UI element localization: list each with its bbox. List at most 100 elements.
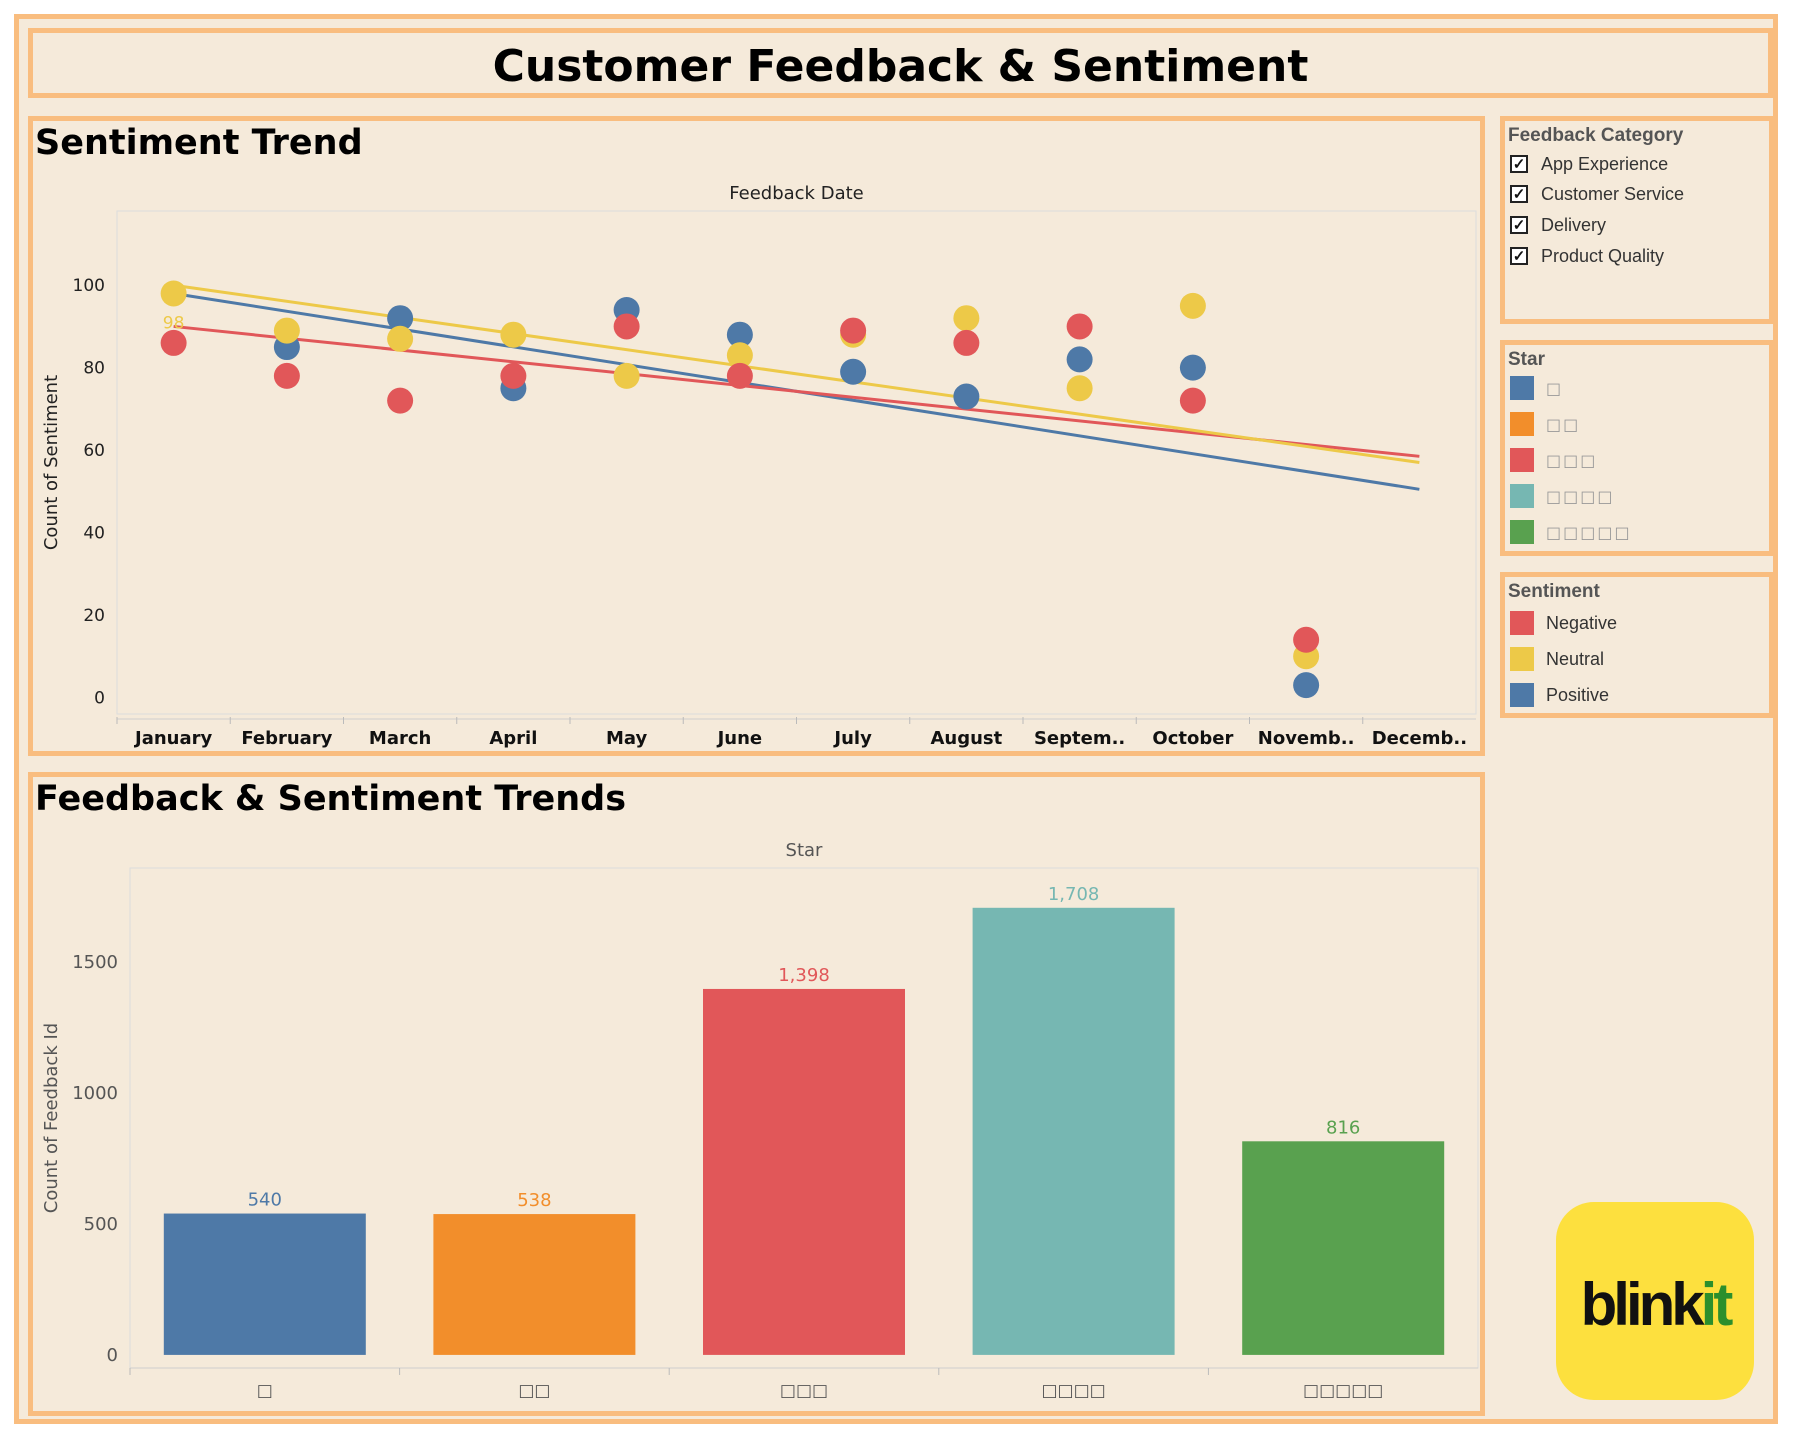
y-tick-label: 500 — [84, 1214, 118, 1235]
bar-value-label: 816 — [1326, 1117, 1360, 1138]
legend-swatch — [1510, 520, 1534, 544]
data-point-negative — [953, 329, 980, 356]
legend-label: Neutral — [1546, 648, 1605, 669]
data-point-negative — [613, 313, 640, 340]
bar-value-label: 538 — [517, 1190, 551, 1211]
checkbox-icon[interactable]: ✓ — [1510, 216, 1528, 234]
checkbox-icon[interactable]: ✓ — [1510, 185, 1528, 203]
dashboard-title: Customer Feedback & Sentiment — [492, 41, 1309, 92]
data-point-negative — [840, 317, 867, 344]
legend-item-negative[interactable]: Negative — [1510, 610, 1617, 636]
checkbox-icon[interactable]: ✓ — [1510, 247, 1528, 265]
filter-option-app-experience[interactable]: ✓ App Experience — [1510, 151, 1668, 177]
legend-swatch — [1510, 611, 1534, 635]
data-point-neutral — [953, 305, 980, 332]
data-point-negative — [500, 362, 527, 389]
data-point-positive — [840, 358, 867, 385]
x-tick-label: May — [606, 728, 648, 749]
data-point-neutral — [1179, 292, 1206, 319]
legend-label: Positive — [1546, 684, 1610, 705]
x-tick-label: □ — [257, 1381, 273, 1401]
legend-item-positive[interactable]: Positive — [1510, 682, 1609, 708]
x-tick-label: February — [241, 728, 332, 749]
sentiment-trend-chart: Feedback Date Count of Sentiment 0 20 40 60 80… — [41, 183, 1477, 749]
legend-swatch — [1510, 376, 1534, 400]
y-tick-label: 1500 — [72, 952, 118, 973]
legend-item-neutral[interactable]: Neutral — [1510, 646, 1604, 672]
y-tick-label: 1000 — [72, 1083, 118, 1104]
filter-option-customer-service[interactable]: ✓ Customer Service — [1510, 181, 1684, 207]
data-label: 98 — [163, 313, 185, 333]
x-tick-label: August — [930, 728, 1002, 749]
x-tick-label: Septem.. — [1034, 728, 1125, 749]
x-tick-label: June — [716, 728, 763, 749]
star-legend-title: Star — [1508, 349, 1545, 370]
x-tick-label: □□□ — [780, 1381, 828, 1401]
x-tick-label: Decemb.. — [1372, 728, 1467, 749]
x-tick-label: Novemb.. — [1258, 728, 1355, 749]
x-tick-label: □□ — [518, 1381, 550, 1401]
legend-label: Negative — [1546, 612, 1618, 633]
filter-option-product-quality[interactable]: ✓ Product Quality — [1510, 243, 1664, 269]
x-tick-label: □□□□ — [1041, 1381, 1105, 1401]
legend-label: □□□ — [1546, 450, 1598, 470]
data-point-negative — [273, 362, 300, 389]
x-tick-label: March — [369, 728, 431, 749]
data-point-negative — [1293, 626, 1320, 653]
x-tick-label: January — [133, 728, 212, 749]
y-tick-label: 40 — [83, 524, 105, 544]
legend-swatch — [1510, 412, 1534, 436]
data-point-positive — [1179, 354, 1206, 381]
y-axis-title: Count of Feedback Id — [41, 1023, 62, 1213]
y-tick-label: 20 — [83, 606, 105, 626]
legend-item-star-1[interactable]: □ — [1510, 375, 1563, 401]
legend-swatch — [1510, 484, 1534, 508]
data-point-neutral — [1066, 375, 1093, 402]
data-point-positive — [1293, 672, 1320, 699]
data-point-neutral — [500, 321, 527, 348]
legend-label: □□□□ — [1546, 486, 1615, 506]
feedback-bar-chart: Star Count of Feedback Id 0 500 1000 1500 540 □… — [41, 840, 1479, 1401]
legend-item-star-5[interactable]: □□□□□ — [1510, 519, 1632, 545]
y-axis-title: Count of Sentiment — [41, 375, 62, 550]
filter-option-label: Customer Service — [1541, 183, 1685, 204]
filter-option-delivery[interactable]: ✓ Delivery — [1510, 212, 1606, 238]
data-point-negative — [160, 329, 187, 356]
x-tick-label: July — [832, 728, 872, 749]
y-tick-label: 80 — [83, 359, 105, 379]
bar-value-label: 1,708 — [1048, 884, 1100, 905]
legend-label: □□ — [1546, 414, 1581, 434]
checkbox-icon[interactable]: ✓ — [1510, 155, 1528, 173]
filter-option-label: Product Quality — [1541, 245, 1665, 266]
y-tick-label: 60 — [83, 441, 105, 461]
data-point-negative — [1179, 387, 1206, 414]
x-tick-label: □□□□□ — [1303, 1381, 1383, 1401]
y-tick-label: 100 — [73, 276, 105, 296]
legend-item-star-2[interactable]: □□ — [1510, 411, 1580, 437]
bar — [972, 907, 1175, 1355]
data-point-neutral — [613, 362, 640, 389]
data-point-positive — [1066, 346, 1093, 373]
bar — [1242, 1141, 1445, 1355]
legend-label: □ — [1546, 378, 1564, 398]
sentiment-legend-title: Sentiment — [1508, 581, 1600, 602]
legend-swatch — [1510, 448, 1534, 472]
bar — [163, 1213, 366, 1355]
legend-item-star-3[interactable]: □□□ — [1510, 447, 1597, 473]
feedback-category-title: Feedback Category — [1508, 125, 1684, 146]
bar — [703, 988, 905, 1355]
blinkit-logo: blinkit — [1556, 1202, 1754, 1400]
data-point-negative — [726, 362, 753, 389]
filter-option-label: App Experience — [1541, 153, 1669, 174]
plot-area — [116, 210, 1477, 715]
x-tick-label: October — [1152, 728, 1233, 749]
sentiment-trend-title: Sentiment Trend — [35, 123, 363, 163]
star-legend: Star □ □□ □□□ □□□□ □□□□□ — [1500, 340, 1774, 556]
data-point-neutral — [387, 325, 414, 352]
x-axis-title: Feedback Date — [729, 183, 863, 204]
legend-swatch — [1510, 647, 1534, 671]
feedback-trends-title: Feedback & Sentiment Trends — [35, 779, 627, 819]
y-tick-label: 0 — [94, 689, 105, 709]
legend-item-star-4[interactable]: □□□□ — [1510, 483, 1614, 509]
logo-wordmark: blinkit — [1580, 1271, 1734, 1338]
